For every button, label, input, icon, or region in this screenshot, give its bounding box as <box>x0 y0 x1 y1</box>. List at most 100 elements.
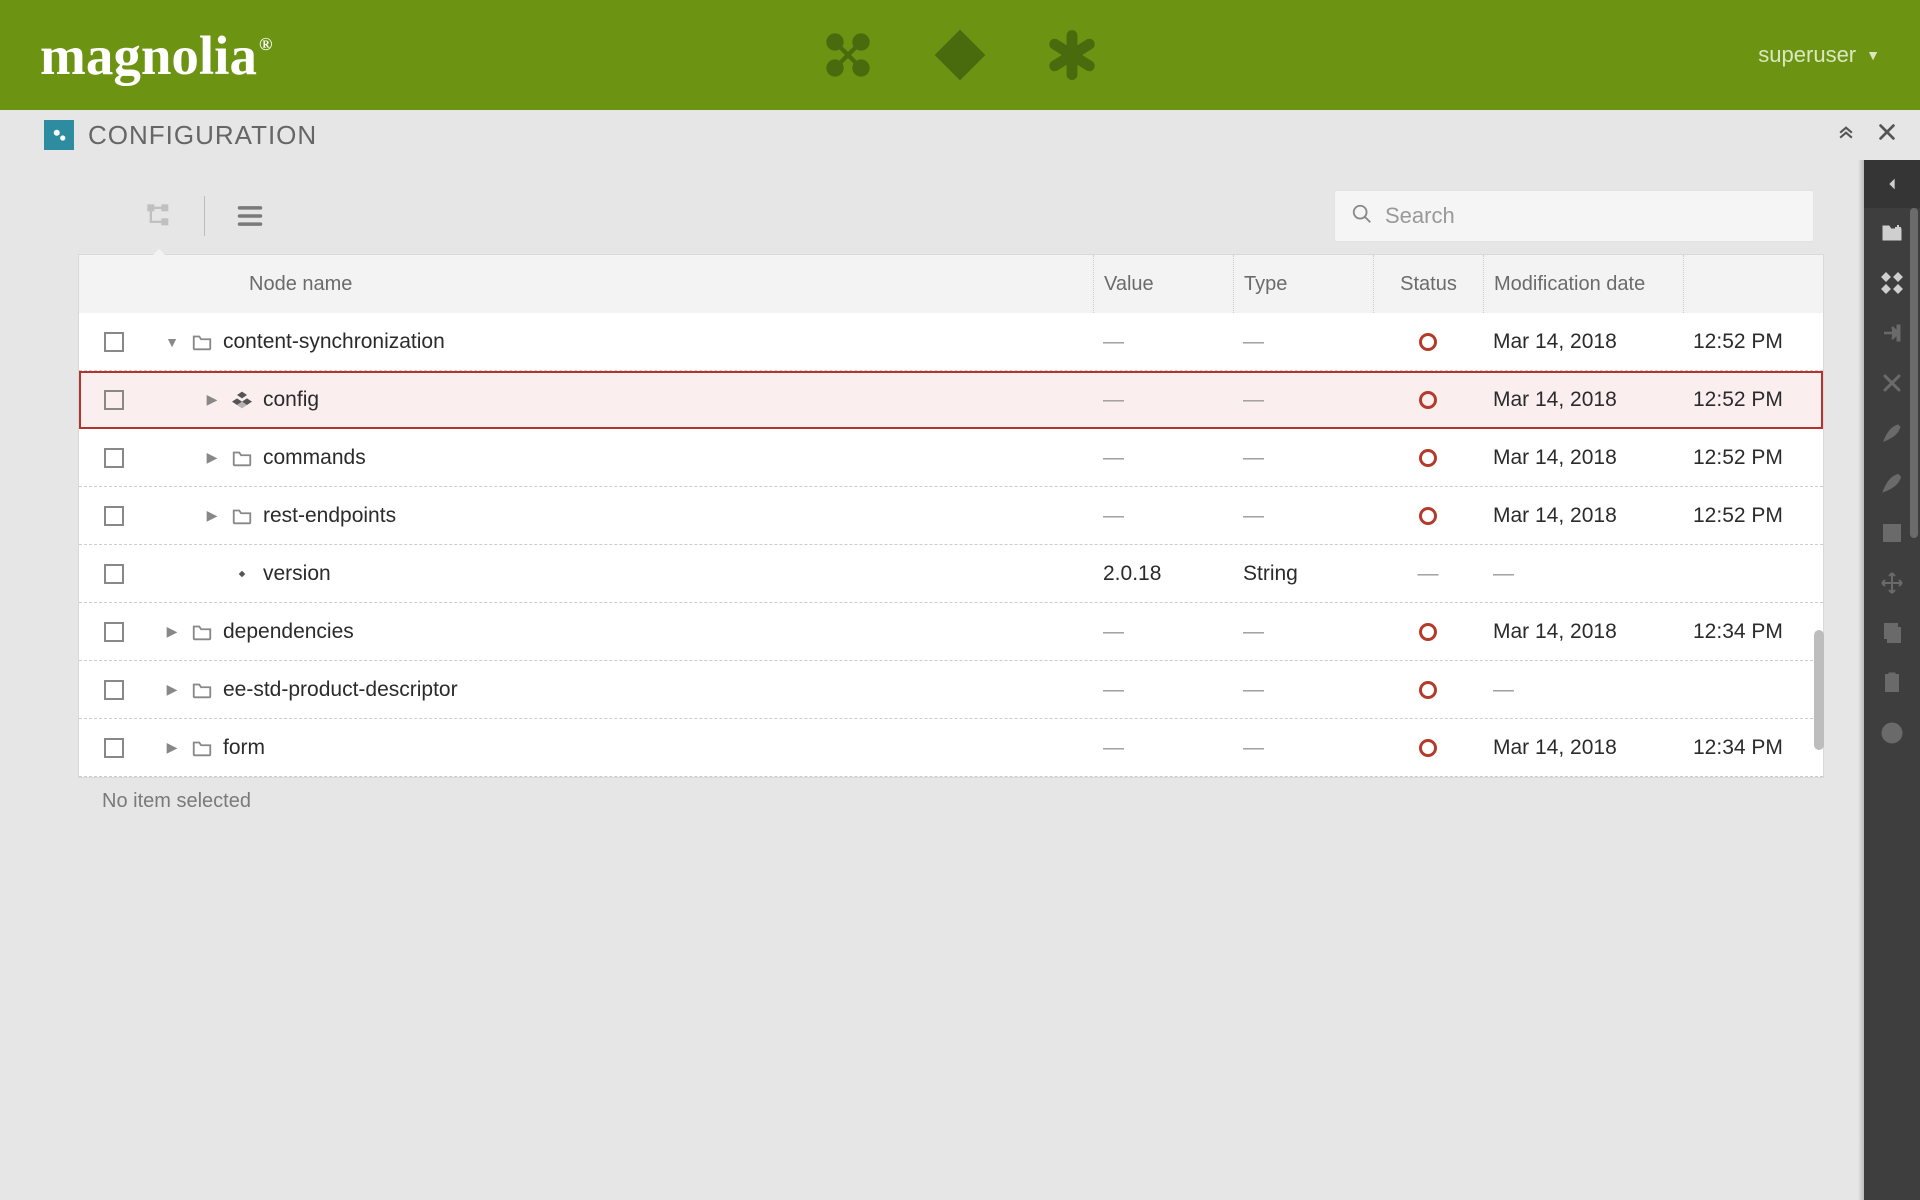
cell-status <box>1373 429 1483 486</box>
row-checkbox[interactable] <box>104 738 124 758</box>
status-empty: — <box>1418 562 1439 586</box>
cell-date: Mar 14, 2018 <box>1483 429 1683 486</box>
cell-status: — <box>1373 545 1483 602</box>
cell-type: — <box>1233 487 1373 544</box>
folder-icon <box>231 505 253 527</box>
divider <box>204 196 205 236</box>
property-icon <box>231 563 253 585</box>
username: superuser <box>1758 42 1856 68</box>
cell-time: 12:52 PM <box>1683 487 1823 544</box>
node-name: dependencies <box>223 620 354 644</box>
panel-collapse[interactable] <box>1864 160 1920 208</box>
node-name: config <box>263 388 319 412</box>
expander-icon[interactable]: ▶ <box>163 623 181 640</box>
cell-date: Mar 14, 2018 <box>1483 603 1683 660</box>
brand-text: magnolia <box>40 24 257 87</box>
col-value[interactable]: Value <box>1093 255 1233 313</box>
search-box[interactable] <box>1334 190 1814 242</box>
cell-time <box>1683 661 1823 718</box>
close-icon[interactable] <box>1876 121 1898 149</box>
status-indicator <box>1419 681 1437 699</box>
brand-registered: ® <box>259 34 272 55</box>
table-body: ▼content-synchronization——Mar 14, 201812… <box>79 313 1823 777</box>
expander-icon[interactable]: ▶ <box>203 449 221 466</box>
cell-time: 12:34 PM <box>1683 719 1823 776</box>
table-row[interactable]: version2.0.18String—— <box>79 545 1823 603</box>
cell-value: — <box>1093 371 1233 428</box>
cell-value: — <box>1093 603 1233 660</box>
cell-type: — <box>1233 603 1373 660</box>
expander-icon[interactable]: ▶ <box>203 391 221 408</box>
cell-time: 12:34 PM <box>1683 603 1823 660</box>
cell-date: — <box>1483 545 1683 602</box>
asterisk-icon[interactable] <box>1046 29 1098 81</box>
list-view-toggle[interactable] <box>227 191 273 241</box>
subapp-title: CONFIGURATION <box>88 120 317 151</box>
cell-type: — <box>1233 313 1373 370</box>
cell-date: Mar 14, 2018 <box>1483 487 1683 544</box>
cell-status <box>1373 371 1483 428</box>
caret-down-icon: ▼ <box>1866 47 1880 63</box>
panel-scrollbar[interactable] <box>1910 208 1918 538</box>
view-switcher <box>136 191 273 241</box>
module-icon <box>231 389 253 411</box>
col-name[interactable]: Node name <box>149 255 1093 313</box>
cell-type: String <box>1233 545 1373 602</box>
collapse-icon[interactable] <box>1836 121 1856 149</box>
table-row[interactable]: ▼content-synchronization——Mar 14, 201812… <box>79 313 1823 371</box>
col-date[interactable]: Modification date <box>1483 255 1683 313</box>
search-input[interactable] <box>1385 203 1797 229</box>
expander-icon[interactable]: ▶ <box>163 681 181 698</box>
cell-time: 12:52 PM <box>1683 313 1823 370</box>
toolbar <box>78 190 1864 242</box>
node-name: version <box>263 562 331 586</box>
row-checkbox[interactable] <box>104 448 124 468</box>
status-bar: No item selected <box>78 778 1864 825</box>
action-info <box>1864 708 1920 758</box>
cell-type: — <box>1233 719 1373 776</box>
user-menu[interactable]: superuser ▼ <box>1758 42 1880 68</box>
col-type[interactable]: Type <box>1233 255 1373 313</box>
node-name: commands <box>263 446 366 470</box>
row-checkbox[interactable] <box>104 506 124 526</box>
status-indicator <box>1419 739 1437 757</box>
status-indicator <box>1419 507 1437 525</box>
row-checkbox[interactable] <box>104 390 124 410</box>
node-name: rest-endpoints <box>263 504 396 528</box>
status-indicator <box>1419 623 1437 641</box>
expander-icon[interactable]: ▶ <box>203 507 221 524</box>
scrollbar-thumb[interactable] <box>1814 630 1824 750</box>
row-checkbox[interactable] <box>104 680 124 700</box>
action-copy <box>1864 608 1920 658</box>
cell-value: — <box>1093 719 1233 776</box>
config-tree: Node name Value Type Status Modification… <box>78 254 1824 778</box>
status-indicator <box>1419 449 1437 467</box>
row-checkbox[interactable] <box>104 332 124 352</box>
table-row[interactable]: ▶commands——Mar 14, 201812:52 PM <box>79 429 1823 487</box>
col-status[interactable]: Status <box>1373 255 1483 313</box>
col-time <box>1683 255 1823 313</box>
node-name: content-synchronization <box>223 330 445 354</box>
app-header: magnolia® superuser ▼ <box>0 0 1920 110</box>
cell-status <box>1373 487 1483 544</box>
table-row[interactable]: ▶form——Mar 14, 201812:34 PM <box>79 719 1823 777</box>
workspace: Node name Value Type Status Modification… <box>0 160 1920 1200</box>
status-indicator <box>1419 391 1437 409</box>
table-row[interactable]: ▶ dependencies —— Mar 14, 201812:34 PM <box>79 603 1823 661</box>
table-row[interactable]: ▶ rest-endpoints —— Mar 14, 201812:52 PM <box>79 487 1823 545</box>
expander-icon[interactable]: ▼ <box>163 334 181 350</box>
table-row[interactable]: ▶config——Mar 14, 201812:52 PM <box>79 371 1823 429</box>
search-icon <box>1351 203 1373 230</box>
stack-icon[interactable] <box>934 29 986 81</box>
cell-date: Mar 14, 2018 <box>1483 371 1683 428</box>
row-checkbox[interactable] <box>104 564 124 584</box>
tree-view-toggle[interactable] <box>136 191 182 241</box>
node-name: form <box>223 736 265 760</box>
cell-type: — <box>1233 429 1373 486</box>
table-row[interactable]: ▶ee-std-product-descriptor——— <box>79 661 1823 719</box>
row-checkbox[interactable] <box>104 622 124 642</box>
col-check <box>79 255 149 313</box>
expander-icon[interactable]: ▶ <box>163 739 181 756</box>
command-icon[interactable] <box>822 29 874 81</box>
cell-value: — <box>1093 487 1233 544</box>
